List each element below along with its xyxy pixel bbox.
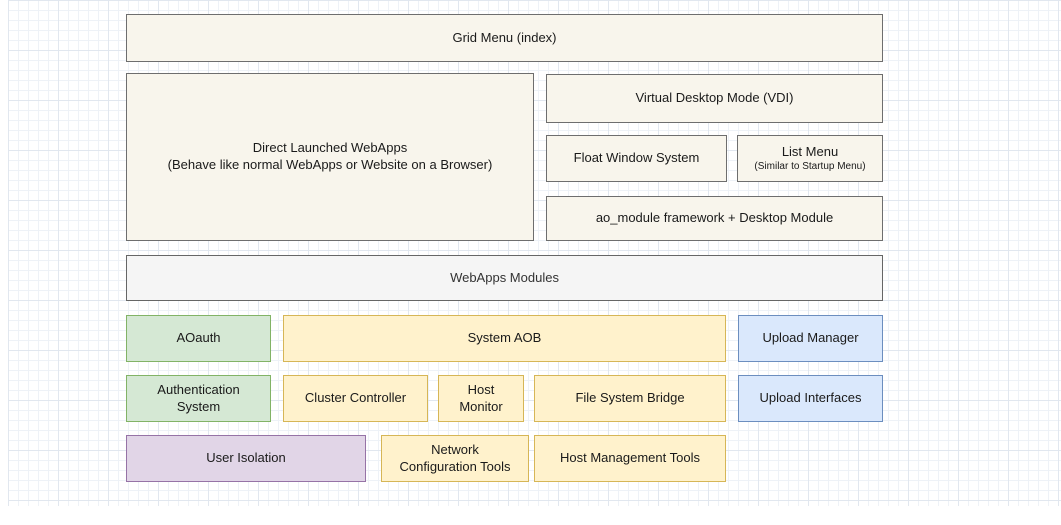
node-cluster-controller[interactable]: Cluster Controller — [283, 375, 428, 422]
node-direct-launched-webapps[interactable]: Direct Launched WebApps (Behave like nor… — [126, 73, 534, 241]
node-aoauth[interactable]: AOauth — [126, 315, 271, 362]
node-upload-manager[interactable]: Upload Manager — [738, 315, 883, 362]
node-user-isolation[interactable]: User Isolation — [126, 435, 366, 482]
diagram-canvas: Grid Menu (index) Direct Launched WebApps… — [0, 0, 1061, 525]
node-grid-menu[interactable]: Grid Menu (index) — [126, 14, 883, 62]
node-label: ao_module framework + Desktop Module — [596, 210, 833, 227]
node-label: Authentication System — [157, 382, 239, 416]
node-label: List Menu — [782, 144, 838, 161]
node-label: Virtual Desktop Mode (VDI) — [636, 90, 794, 107]
node-label: System AOB — [468, 330, 542, 347]
node-label: AOauth — [176, 330, 220, 347]
node-label: File System Bridge — [575, 390, 684, 407]
node-file-system-bridge[interactable]: File System Bridge — [534, 375, 726, 422]
node-host-monitor[interactable]: Host Monitor — [438, 375, 524, 422]
node-label: Host Management Tools — [560, 450, 700, 467]
node-webapps-modules[interactable]: WebApps Modules — [126, 255, 883, 301]
node-system-aob[interactable]: System AOB — [283, 315, 726, 362]
node-network-configuration-tools[interactable]: Network Configuration Tools — [381, 435, 529, 482]
node-float-window-system[interactable]: Float Window System — [546, 135, 727, 182]
node-host-management-tools[interactable]: Host Management Tools — [534, 435, 726, 482]
node-upload-interfaces[interactable]: Upload Interfaces — [738, 375, 883, 422]
node-label: Grid Menu (index) — [452, 30, 556, 47]
node-label: User Isolation — [206, 450, 285, 467]
node-sublabel: (Similar to Startup Menu) — [754, 161, 865, 174]
node-label: Host Monitor — [459, 382, 502, 416]
node-label: Float Window System — [574, 150, 700, 167]
node-label: Upload Interfaces — [760, 390, 862, 407]
node-label: WebApps Modules — [450, 270, 559, 287]
node-ao-module-framework[interactable]: ao_module framework + Desktop Module — [546, 196, 883, 241]
node-virtual-desktop-mode[interactable]: Virtual Desktop Mode (VDI) — [546, 74, 883, 123]
nodes-layer: Grid Menu (index) Direct Launched WebApps… — [0, 0, 1061, 525]
node-label: Cluster Controller — [305, 390, 406, 407]
node-label: Network Configuration Tools — [399, 442, 510, 476]
node-authentication-system[interactable]: Authentication System — [126, 375, 271, 422]
node-label: Upload Manager — [762, 330, 858, 347]
node-label: Direct Launched WebApps (Behave like nor… — [168, 140, 493, 174]
node-list-menu[interactable]: List Menu(Similar to Startup Menu) — [737, 135, 883, 182]
